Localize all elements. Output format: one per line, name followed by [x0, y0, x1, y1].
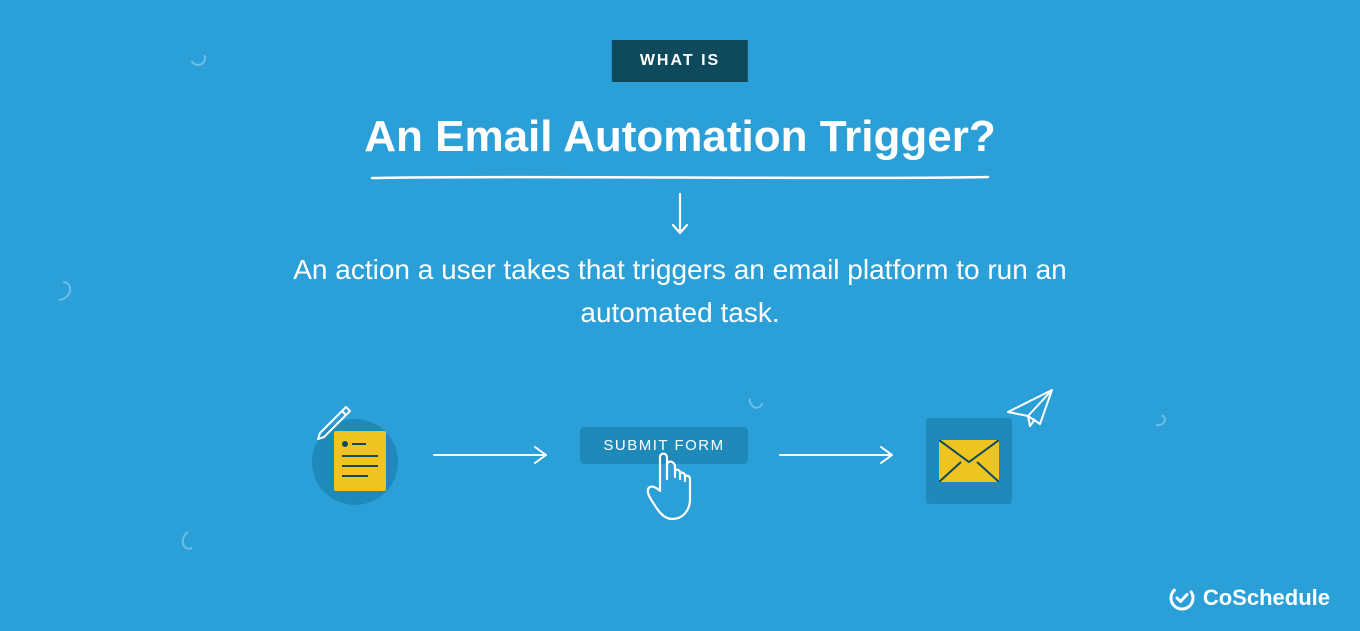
flow-arrow-icon: [432, 443, 552, 467]
brand-mark-icon: [1169, 585, 1195, 611]
stage-fill-form: [304, 405, 404, 505]
stage-email-sent: [926, 400, 1056, 510]
doodle-circle: [179, 528, 201, 552]
paper-plane-icon: [1004, 386, 1058, 430]
underline-decoration: [370, 174, 990, 182]
brand-name: CoSchedule: [1203, 585, 1330, 611]
definition-text: An action a user takes that triggers an …: [290, 248, 1070, 335]
pencil-icon: [308, 401, 358, 451]
doodle-circle: [188, 48, 209, 69]
eyebrow-label: WHAT IS: [612, 40, 748, 82]
arrow-down-icon: [668, 192, 692, 238]
envelope-icon: [939, 440, 999, 482]
brand-logo: CoSchedule: [1169, 585, 1330, 611]
doodle-circle: [1150, 412, 1167, 428]
headline: An Email Automation Trigger?: [364, 112, 996, 162]
email-box: [926, 418, 1012, 504]
stage-submit: SUBMIT FORM: [580, 395, 750, 515]
process-flow: SUBMIT FORM: [304, 395, 1056, 515]
doodle-circle: [47, 277, 75, 305]
pointer-click-icon: [642, 449, 702, 527]
flow-arrow-icon: [778, 443, 898, 467]
